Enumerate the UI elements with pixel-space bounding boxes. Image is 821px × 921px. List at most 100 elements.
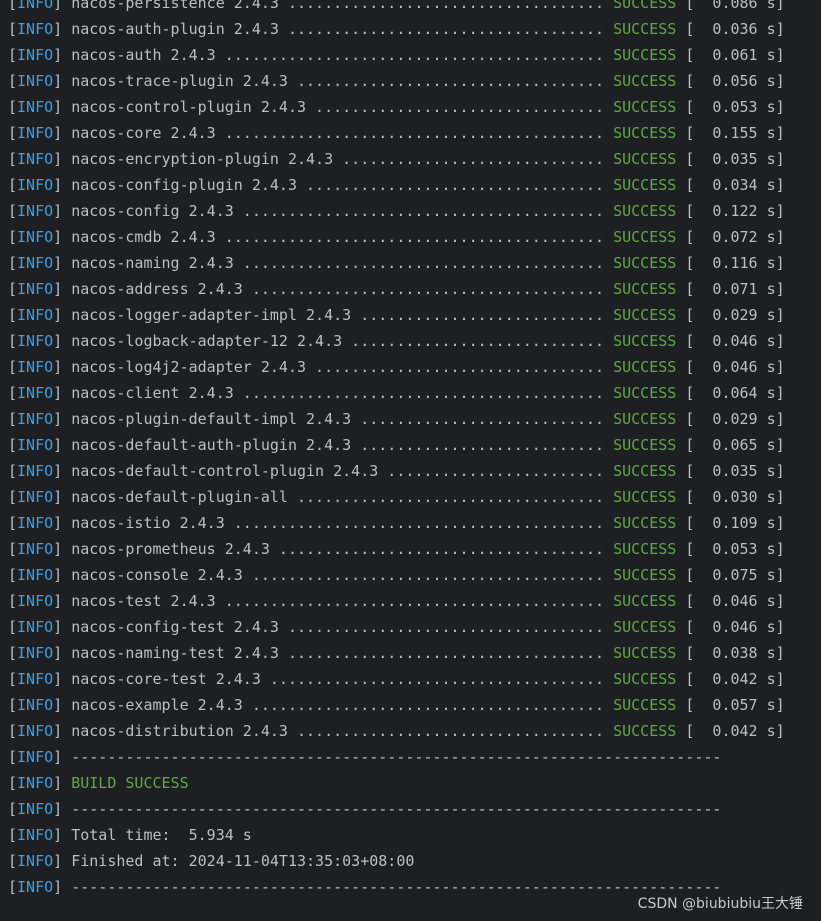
bracket-open: [	[8, 592, 18, 610]
log-level: INFO	[17, 566, 54, 584]
time-unit: s]	[757, 410, 785, 428]
status-success: SUCCESS	[613, 722, 677, 740]
status-success: SUCCESS	[613, 202, 677, 220]
module-name: nacos-control-plugin 2.4.3	[71, 98, 307, 116]
bracket-open: [	[8, 774, 18, 792]
module-name: nacos-distribution 2.4.3	[71, 722, 288, 740]
time-unit: s]	[757, 488, 785, 506]
log-line: [INFO] nacos-test 2.4.3 ................…	[8, 588, 785, 614]
module-name: nacos-logger-adapter-impl 2.4.3	[71, 306, 352, 324]
module-time: 0.116	[703, 254, 758, 272]
bracket-open: [	[8, 826, 18, 844]
bracket-open: [	[676, 540, 704, 558]
log-line: [INFO] nacos-control-plugin 2.4.3 ......…	[8, 94, 785, 120]
watermark: CSDN @biubiubiu王大锤	[637, 896, 803, 912]
module-time: 0.057	[703, 696, 758, 714]
status-success: SUCCESS	[613, 20, 677, 38]
module-time: 0.053	[703, 98, 758, 116]
log-line: [INFO] ---------------------------------…	[8, 744, 785, 770]
bracket-close: ]	[53, 202, 72, 220]
module-time: 0.072	[703, 228, 758, 246]
dot-leader: ...................................	[278, 644, 614, 662]
module-name: nacos-core 2.4.3	[71, 124, 216, 142]
bracket-close: ]	[53, 592, 72, 610]
bracket-open: [	[676, 176, 704, 194]
dot-leader: .................................	[297, 176, 614, 194]
time-unit: s]	[757, 306, 785, 324]
log-line: [INFO] nacos-default-plugin-all ........…	[8, 484, 785, 510]
time-unit: s]	[757, 722, 785, 740]
bracket-open: [	[8, 20, 18, 38]
bracket-close: ]	[53, 722, 72, 740]
log-line: [INFO] nacos-address 2.4.3 .............…	[8, 276, 785, 302]
bracket-close: ]	[53, 124, 72, 142]
module-name: nacos-console 2.4.3	[71, 566, 243, 584]
dot-leader: .............................	[333, 150, 614, 168]
module-name: nacos-cmdb 2.4.3	[71, 228, 216, 246]
status-success: SUCCESS	[613, 98, 677, 116]
module-name: nacos-naming-test 2.4.3	[71, 644, 279, 662]
time-unit: s]	[757, 644, 785, 662]
bracket-open: [	[676, 280, 704, 298]
bracket-open: [	[676, 436, 704, 454]
module-time: 0.034	[703, 176, 758, 194]
module-name: nacos-default-auth-plugin 2.4.3	[71, 436, 352, 454]
bracket-close: ]	[53, 358, 72, 376]
status-success: SUCCESS	[613, 46, 677, 64]
log-level: INFO	[17, 72, 54, 90]
module-name: nacos-istio 2.4.3	[71, 514, 225, 532]
status-success: SUCCESS	[613, 592, 677, 610]
bracket-close: ]	[53, 540, 72, 558]
log-line: [INFO] nacos-encryption-plugin 2.4.3 ...…	[8, 146, 785, 172]
time-unit: s]	[757, 358, 785, 376]
bracket-open: [	[8, 540, 18, 558]
log-level: INFO	[17, 176, 54, 194]
dot-leader: ...................................	[278, 20, 614, 38]
log-level: INFO	[17, 540, 54, 558]
log-line: [INFO] nacos-default-auth-plugin 2.4.3 .…	[8, 432, 785, 458]
log-line: [INFO] nacos-trace-plugin 2.4.3 ........…	[8, 68, 785, 94]
module-time: 0.030	[703, 488, 758, 506]
bracket-open: [	[676, 358, 704, 376]
bracket-close: ]	[53, 410, 72, 428]
module-name: nacos-client 2.4.3	[71, 384, 234, 402]
dot-leader: ...........................	[351, 306, 614, 324]
bracket-close: ]	[53, 566, 72, 584]
log-level: INFO	[17, 592, 54, 610]
dot-leader: ..................................	[287, 722, 614, 740]
bracket-open: [	[676, 696, 704, 714]
bracket-close: ]	[53, 696, 72, 714]
log-line: [INFO] nacos-prometheus 2.4.3 ..........…	[8, 536, 785, 562]
bracket-close: ]	[53, 670, 72, 688]
module-time: 0.046	[703, 618, 758, 636]
bracket-open: [	[676, 332, 704, 350]
time-unit: s]	[757, 514, 785, 532]
module-time: 0.155	[703, 124, 758, 142]
log-line: [INFO] nacos-core-test 2.4.3 ...........…	[8, 666, 785, 692]
dot-leader: ........................................	[233, 384, 614, 402]
log-line: [INFO] nacos-config 2.4.3 ..............…	[8, 198, 785, 224]
status-success: SUCCESS	[613, 176, 677, 194]
time-unit: s]	[757, 462, 785, 480]
status-success: SUCCESS	[613, 358, 677, 376]
module-time: 0.035	[703, 150, 758, 168]
time-unit: s]	[757, 46, 785, 64]
log-level: INFO	[17, 852, 54, 870]
bracket-close: ]	[53, 46, 72, 64]
dot-leader: .......................................	[242, 280, 614, 298]
status-success: SUCCESS	[613, 410, 677, 428]
separator-line: ----------------------------------------…	[71, 878, 722, 896]
log-level: INFO	[17, 722, 54, 740]
console-output[interactable]: [INFO] nacos-persistence 2.4.3 .........…	[0, 0, 821, 921]
module-time: 0.046	[703, 332, 758, 350]
bracket-open: [	[676, 722, 704, 740]
module-time: 0.035	[703, 462, 758, 480]
bracket-open: [	[8, 176, 18, 194]
bracket-open: [	[8, 306, 18, 324]
bracket-open: [	[8, 800, 18, 818]
log-line: [INFO] nacos-default-control-plugin 2.4.…	[8, 458, 785, 484]
bracket-open: [	[8, 852, 18, 870]
log-level: INFO	[17, 878, 54, 896]
module-name: nacos-core-test 2.4.3	[71, 670, 261, 688]
status-success: SUCCESS	[613, 696, 677, 714]
